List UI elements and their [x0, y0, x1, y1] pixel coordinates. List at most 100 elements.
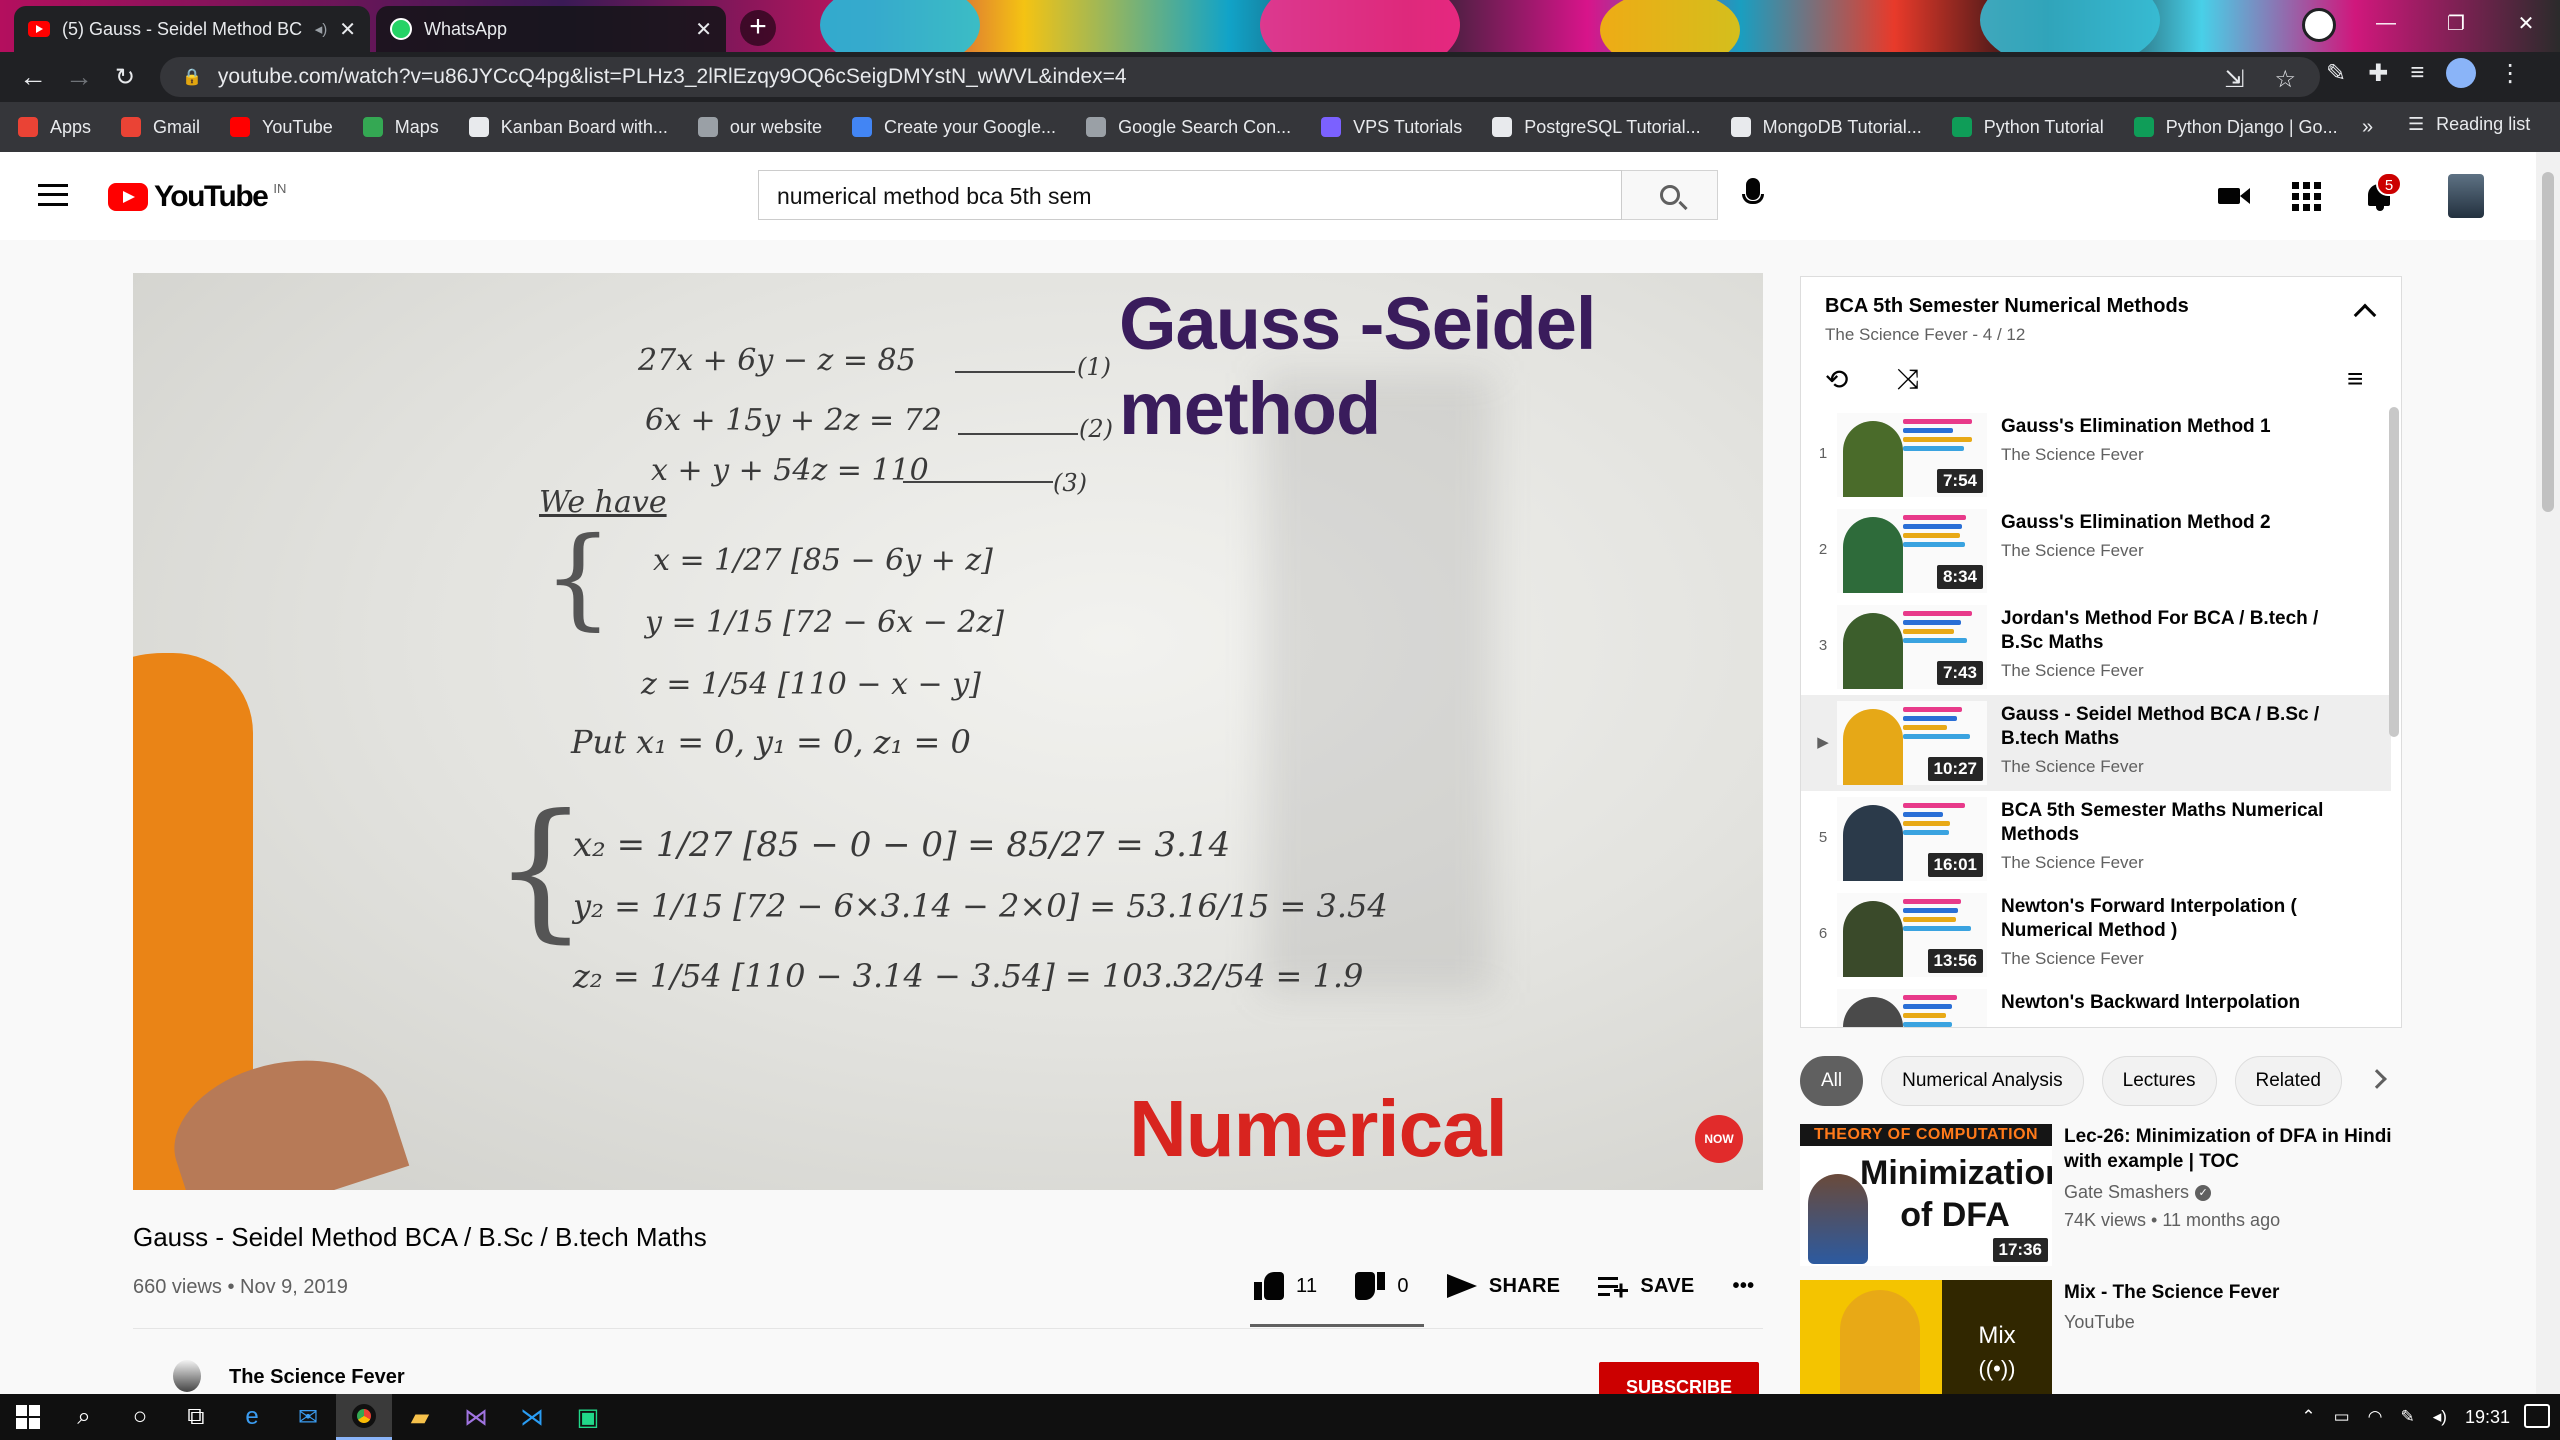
start-button[interactable] [0, 1394, 56, 1440]
bookmark-item[interactable]: Maps [363, 117, 439, 138]
cortana-icon[interactable]: ○ [112, 1394, 168, 1440]
bookmark-item[interactable]: Google Search Con... [1086, 117, 1291, 138]
bookmark-item[interactable]: Python Tutorial [1952, 117, 2104, 138]
edge-icon[interactable]: e [224, 1394, 280, 1440]
search-taskbar-icon[interactable]: ⌕ [56, 1394, 112, 1440]
bookmark-item[interactable]: Python Django | Go... [2134, 117, 2338, 138]
create-video-icon[interactable] [2218, 178, 2254, 214]
save-playlist-icon[interactable]: ≡ [2347, 363, 2363, 395]
playlist-thumbnail[interactable]: 13:56 [1837, 893, 1987, 977]
clock[interactable]: 19:31 [2465, 1407, 2510, 1428]
related-title[interactable]: Lec-26: Minimization of DFA in Hindi wit… [2064, 1124, 2394, 1174]
extensions-puzzle-icon[interactable]: ✚ [2368, 59, 2388, 88]
more-actions-button[interactable]: ••• [1733, 1275, 1755, 1298]
playlist-item[interactable]: 5 16:01 BCA 5th Semester Maths Numerical M… [1801, 791, 2391, 887]
pycharm-icon[interactable]: ▣ [560, 1394, 616, 1440]
playlist-item[interactable]: 6 13:56 Newton's Forward Interpolation ( N… [1801, 887, 2391, 983]
playlist-thumbnail[interactable]: 7:43 [1837, 605, 1987, 689]
restore-button[interactable]: ❐ [2424, 0, 2488, 46]
playlist-thumbnail[interactable]: 10:27 [1837, 701, 1987, 785]
related-title[interactable]: Mix - The Science Fever [2064, 1280, 2394, 1305]
related-thumbnail[interactable]: THEORY OF COMPUTATION Minimization of DF… [1800, 1124, 2052, 1266]
vscode-icon[interactable]: ⋊ [504, 1394, 560, 1440]
related-channel[interactable]: Gate Smashers ✓ [2064, 1182, 2211, 1203]
playlist-thumbnail[interactable] [1837, 989, 1987, 1028]
playlist-scrollbar[interactable] [2389, 407, 2399, 737]
reload-button[interactable]: ↻ [102, 54, 148, 100]
pen-icon[interactable]: ✎ [2401, 1407, 2415, 1427]
close-tab-icon[interactable]: ✕ [695, 17, 712, 42]
bookmark-item[interactable]: Kanban Board with... [469, 117, 668, 138]
new-tab-button[interactable]: + [740, 10, 776, 46]
action-center-icon[interactable] [2524, 1404, 2550, 1428]
apps-grid-icon[interactable] [2292, 178, 2328, 214]
playlist-item[interactable]: 3 7:43 Jordan's Method For BCA / B.tech / … [1801, 599, 2391, 695]
tab-youtube[interactable]: (5) Gauss - Seidel Method BC ◂) ✕ [14, 6, 370, 52]
address-bar[interactable]: 🔒 youtube.com/watch?v=u86JYCcQ4pg&list=P… [160, 57, 2320, 97]
filter-chip[interactable]: All [1800, 1056, 1863, 1106]
bookmark-item[interactable]: Create your Google... [852, 117, 1056, 138]
reading-list-button[interactable]: ☰ Reading list [2408, 114, 2530, 135]
mail-icon[interactable]: ✉ [280, 1394, 336, 1440]
voice-search-icon[interactable] [1742, 178, 1764, 214]
dislike-button[interactable]: 0 [1355, 1272, 1408, 1300]
profile-avatar[interactable] [2446, 58, 2476, 88]
visual-studio-icon[interactable]: ⋈ [448, 1394, 504, 1440]
close-tab-icon[interactable]: ✕ [339, 17, 356, 42]
close-window-button[interactable]: ✕ [2494, 0, 2558, 46]
playlist-thumbnail[interactable]: 16:01 [1837, 797, 1987, 881]
bookmark-item[interactable]: Apps [18, 117, 91, 138]
page-scroll-thumb[interactable] [2542, 172, 2554, 512]
bookmark-item[interactable]: YouTube [230, 117, 333, 138]
channel-name[interactable]: The Science Fever [229, 1366, 405, 1389]
task-view-icon[interactable]: ⧉ [168, 1394, 224, 1440]
volume-icon[interactable]: ◂) [2433, 1407, 2447, 1427]
page-scrollbar[interactable] [2536, 152, 2560, 1394]
channel-avatar[interactable] [173, 1360, 201, 1392]
share-button[interactable]: SHARE [1447, 1274, 1561, 1298]
playlist-thumbnail[interactable]: 8:34 [1837, 509, 1987, 593]
bookmark-item[interactable]: our website [698, 117, 822, 138]
chrome-menu-icon[interactable]: ⋮ [2498, 59, 2522, 88]
extension-pen-icon[interactable]: ✎ [2326, 59, 2346, 88]
search-button[interactable] [1622, 170, 1718, 220]
media-control-icon[interactable]: ≡ [2410, 59, 2424, 87]
playlist-item[interactable]: ▶ 10:27 Gauss - Seidel Method BCA / B.Sc /… [1801, 695, 2391, 791]
bookmark-star-icon[interactable]: ☆ [2274, 65, 2296, 94]
download-indicator-icon[interactable] [2302, 8, 2336, 42]
playlist-item[interactable]: Newton's Backward Interpolation [1801, 983, 2391, 1028]
forward-button[interactable]: → [56, 54, 102, 100]
youtube-logo[interactable]: YouTube IN [108, 180, 286, 214]
search-input[interactable]: numerical method bca 5th sem [758, 170, 1622, 220]
loop-playlist-icon[interactable]: ⟲ [1825, 363, 1848, 396]
speaker-icon[interactable]: ◂) [315, 20, 328, 38]
bookmark-item[interactable]: MongoDB Tutorial... [1731, 117, 1922, 138]
tab-whatsapp[interactable]: WhatsApp ✕ [376, 6, 726, 52]
file-explorer-icon[interactable]: ▰ [392, 1394, 448, 1440]
bookmark-item[interactable]: PostgreSQL Tutorial... [1492, 117, 1700, 138]
chrome-taskbar-icon[interactable] [336, 1394, 392, 1440]
filter-chip[interactable]: Numerical Analysis [1881, 1056, 2084, 1106]
wifi-icon[interactable]: ◠ [2368, 1407, 2383, 1427]
battery-icon[interactable]: ▭ [2334, 1407, 2350, 1427]
chips-next-icon[interactable] [2367, 1069, 2387, 1089]
playlist-item[interactable]: 2 8:34 Gauss's Elimination Method 2 The Sci… [1801, 503, 2391, 599]
back-button[interactable]: ← [10, 54, 56, 100]
show-hidden-icons-icon[interactable]: ⌃ [2301, 1407, 2315, 1427]
bookmark-item[interactable]: Gmail [121, 117, 200, 138]
like-button[interactable]: 11 [1254, 1272, 1317, 1300]
bookmarks-overflow-button[interactable]: » [2362, 116, 2373, 139]
minimize-button[interactable]: — [2354, 0, 2418, 46]
related-video[interactable]: THEORY OF COMPUTATION Minimization of DF… [1800, 1124, 2400, 1268]
playlist-title[interactable]: BCA 5th Semester Numerical Methods [1825, 295, 2189, 318]
playlist-thumbnail[interactable]: 7:54 [1837, 413, 1987, 497]
filter-chip[interactable]: Related [2235, 1056, 2343, 1106]
shuffle-playlist-icon[interactable]: ⤨ [1897, 363, 1919, 396]
save-button[interactable]: SAVE [1598, 1275, 1694, 1298]
filter-chip[interactable]: Lectures [2102, 1056, 2217, 1106]
video-player[interactable]: Gauss -Seidel method 27x + 6y − z = 85 (… [133, 273, 1763, 1190]
subscribe-now-watermark[interactable]: NOW [1695, 1115, 1743, 1163]
hamburger-menu-icon[interactable] [38, 184, 68, 206]
playlist-item[interactable]: 1 7:54 Gauss's Elimination Method 1 The Sci… [1801, 407, 2391, 503]
lock-icon[interactable]: 🔒 [182, 67, 202, 87]
